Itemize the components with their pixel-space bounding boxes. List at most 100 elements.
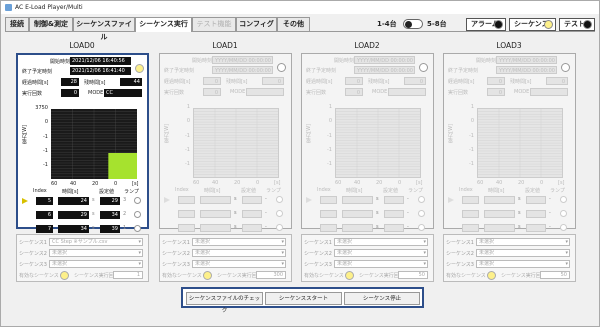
count-value: 0 bbox=[345, 88, 363, 96]
tab-seq-run[interactable]: シーケンス実行 bbox=[135, 17, 192, 32]
sequence-settings-0: シーケンス1 CC Step ※サンプル.csv ▾ シーケンス2 未選択 ▾ シーケンス3… bbox=[16, 234, 149, 282]
index-row: s- bbox=[160, 224, 293, 233]
chevron-down-icon: ▾ bbox=[565, 250, 568, 256]
tab-seq-file[interactable]: シーケンスファイル bbox=[73, 17, 135, 41]
sequence-select[interactable]: 未選択 ▾ bbox=[476, 260, 570, 268]
y-tick-label: 1 bbox=[470, 104, 474, 110]
x-tick-label: 20 bbox=[234, 180, 241, 186]
count-value: 0 bbox=[487, 88, 505, 96]
current-step-arrow-icon bbox=[22, 198, 28, 204]
alarm-indicator[interactable]: アラーム bbox=[466, 18, 506, 31]
repeat-count-input[interactable]: 1 bbox=[113, 271, 143, 279]
repeat-count-input[interactable]: 50 bbox=[398, 271, 428, 279]
sequence-select[interactable]: 未選択 ▾ bbox=[49, 260, 143, 268]
y-axis-label: 電力[W] bbox=[164, 124, 170, 143]
x-tick-label: 40 bbox=[354, 180, 361, 186]
sequence-select[interactable]: 未選択 ▾ bbox=[192, 249, 286, 257]
sequence-select[interactable]: 未選択 ▾ bbox=[334, 238, 428, 246]
y-tick-label: -1 bbox=[327, 161, 332, 167]
power-chart bbox=[477, 108, 563, 178]
index-table-header: 設定値 bbox=[525, 188, 541, 194]
sequence-select[interactable]: 未選択 ▾ bbox=[192, 260, 286, 268]
tab-test[interactable]: テスト機能 bbox=[192, 17, 236, 31]
chart-fill-area bbox=[108, 153, 137, 179]
sequence-select[interactable]: 未選択 ▾ bbox=[476, 238, 570, 246]
index-value: 6 bbox=[36, 211, 53, 219]
test-indicator[interactable]: テスト bbox=[559, 18, 595, 31]
row-lamp bbox=[134, 197, 141, 204]
sequence-indicator[interactable]: シーケンス bbox=[509, 18, 556, 31]
index-value bbox=[178, 224, 195, 232]
sequence-select-value: 未選択 bbox=[479, 261, 495, 267]
end-time-value: 2021/12/06 16:41:40 bbox=[70, 67, 131, 75]
sequence-label: シーケンス1 bbox=[446, 240, 474, 246]
index-table-header: 時間[s] bbox=[62, 189, 79, 195]
sequence-select-value: 未選択 bbox=[195, 250, 211, 256]
index-row: s- bbox=[444, 210, 577, 219]
row-lamp bbox=[418, 210, 425, 217]
tab-other[interactable]: その他 bbox=[277, 17, 310, 31]
elapsed-label: 経過時間[s] bbox=[22, 80, 49, 86]
sequence-settings-2: シーケンス1 未選択 ▾ シーケンス2 未選択 ▾ シーケンス3 未選択 ▾ 有効なシーケンス シー… bbox=[301, 234, 434, 282]
sequence-stop-button[interactable]: シーケンス停止 bbox=[344, 292, 420, 305]
x-axis-unit: [s] bbox=[132, 181, 139, 187]
sequence-select-value: 未選択 bbox=[52, 261, 68, 267]
x-tick-label: 40 bbox=[70, 181, 77, 187]
sequence-label: シーケンス1 bbox=[162, 240, 190, 246]
current-step-arrow-icon bbox=[306, 197, 312, 203]
index-row: s- bbox=[302, 196, 435, 205]
repeat-count-input[interactable]: 50 bbox=[540, 271, 570, 279]
elapsed-label: 経過時間[s] bbox=[448, 79, 475, 85]
sequence-select[interactable]: 未選択 ▾ bbox=[334, 249, 428, 257]
sequence-button-bar: シーケンスファイルのチェック シーケンススタート シーケンス停止 bbox=[181, 287, 424, 314]
row-lamp bbox=[134, 225, 141, 232]
tab-connect[interactable]: 接続 bbox=[5, 17, 29, 31]
tab-control[interactable]: 制御&測定 bbox=[29, 17, 73, 31]
y-tick-label: -1 bbox=[43, 148, 48, 154]
title-bar: AC E-Load Player/Multi bbox=[1, 1, 599, 14]
sequence-select[interactable]: 未選択 ▾ bbox=[49, 249, 143, 257]
count-value: 0 bbox=[203, 88, 221, 96]
row-lamp bbox=[418, 224, 425, 231]
sequence-select[interactable]: 未選択 ▾ bbox=[334, 260, 428, 268]
set-unit: - bbox=[407, 210, 409, 216]
tab-config[interactable]: コンフィグ bbox=[236, 17, 277, 31]
remain-value: 0 bbox=[262, 77, 284, 85]
set-unit: 2 bbox=[123, 211, 127, 217]
start-time-label: 開始時刻 bbox=[476, 58, 497, 64]
set-unit: - bbox=[407, 224, 409, 230]
time-unit: s bbox=[92, 225, 95, 231]
sequence-label: シーケンス3 bbox=[19, 262, 47, 268]
sequence-label: シーケンス3 bbox=[162, 262, 190, 268]
sequence-start-button[interactable]: シーケンススタート bbox=[265, 292, 342, 305]
sequence-settings-3: シーケンス1 未選択 ▾ シーケンス2 未選択 ▾ シーケンス3 未選択 ▾ 有効なシーケンス シー… bbox=[443, 234, 576, 282]
index-row: s- bbox=[302, 210, 435, 219]
index-table-header: ランプ bbox=[124, 189, 139, 195]
set-value bbox=[384, 224, 404, 232]
index-table-header: 設定値 bbox=[383, 188, 399, 194]
load-status-lamp bbox=[135, 64, 144, 73]
range-toggle[interactable] bbox=[403, 19, 423, 29]
power-chart bbox=[335, 108, 421, 178]
index-value bbox=[462, 196, 479, 204]
index-table-header: 時間[s] bbox=[204, 188, 221, 194]
end-time-value: YYYY/MM/DD 00:00:00 bbox=[354, 66, 415, 74]
sequence-select[interactable]: CC Step ※サンプル.csv ▾ bbox=[49, 238, 143, 246]
y-tick-label: -1 bbox=[185, 147, 190, 153]
index-table-header: ランプ bbox=[550, 188, 565, 194]
time-value bbox=[200, 210, 231, 218]
index-table-header: Index bbox=[317, 187, 331, 193]
sequence-select[interactable]: 未選択 ▾ bbox=[476, 249, 570, 257]
sequence-label: シーケンス2 bbox=[19, 251, 47, 257]
end-time-label: 終了予定時刻 bbox=[164, 68, 195, 74]
check-file-button[interactable]: シーケンスファイルのチェック bbox=[186, 292, 263, 314]
time-unit: s bbox=[92, 211, 95, 217]
valid-sequence-lamp bbox=[487, 271, 496, 280]
sequence-select[interactable]: 未選択 ▾ bbox=[192, 238, 286, 246]
repeat-count-input[interactable]: 300 bbox=[256, 271, 286, 279]
index-value bbox=[178, 210, 195, 218]
index-row: s- bbox=[444, 224, 577, 233]
index-row: s- bbox=[160, 196, 293, 205]
tab-divider bbox=[5, 31, 595, 32]
chevron-down-icon: ▾ bbox=[281, 239, 284, 245]
